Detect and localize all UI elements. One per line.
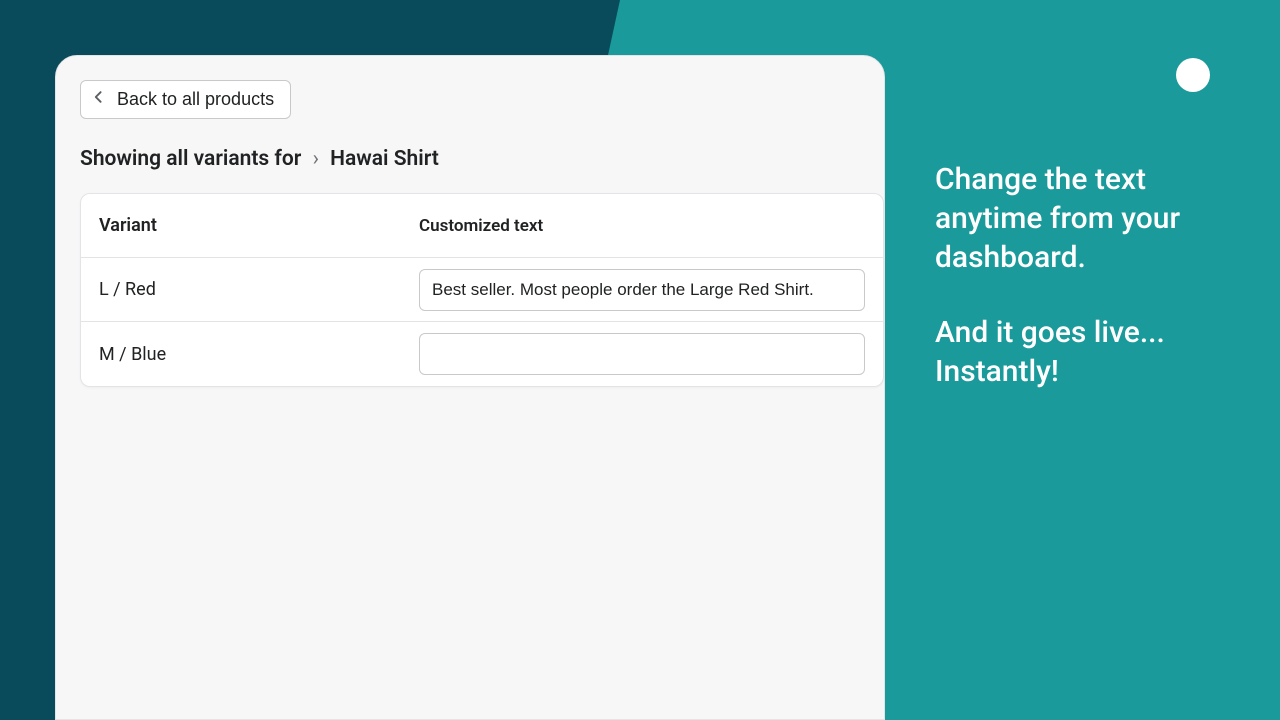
customized-text-input[interactable] — [419, 269, 865, 311]
variant-name: M / Blue — [99, 344, 419, 365]
promo-line-1: Change the text anytime from your dashbo… — [935, 160, 1235, 277]
table-header-row: Variant Customized text — [81, 194, 883, 258]
variants-table: Variant Customized text L / Red M / Blue — [80, 193, 884, 387]
chevron-left-icon — [91, 89, 107, 110]
variant-name: L / Red — [99, 279, 419, 300]
customized-text-input[interactable] — [419, 333, 865, 375]
table-row: L / Red — [81, 258, 883, 322]
promo-copy: Change the text anytime from your dashbo… — [935, 160, 1235, 391]
back-button[interactable]: Back to all products — [80, 80, 291, 119]
column-header-text: Customized text — [419, 216, 865, 236]
decorative-dot — [1176, 58, 1210, 92]
column-header-variant: Variant — [99, 215, 419, 236]
page-heading: Showing all variants for › Hawai Shirt — [80, 147, 884, 171]
heading-prefix: Showing all variants for — [80, 147, 301, 171]
promo-line-2: And it goes live... Instantly! — [935, 313, 1235, 391]
back-button-label: Back to all products — [117, 89, 274, 110]
heading-product: Hawai Shirt — [330, 147, 439, 171]
dashboard-panel: Back to all products Showing all variant… — [55, 55, 885, 720]
heading-separator: › — [313, 147, 319, 171]
table-row: M / Blue — [81, 322, 883, 386]
